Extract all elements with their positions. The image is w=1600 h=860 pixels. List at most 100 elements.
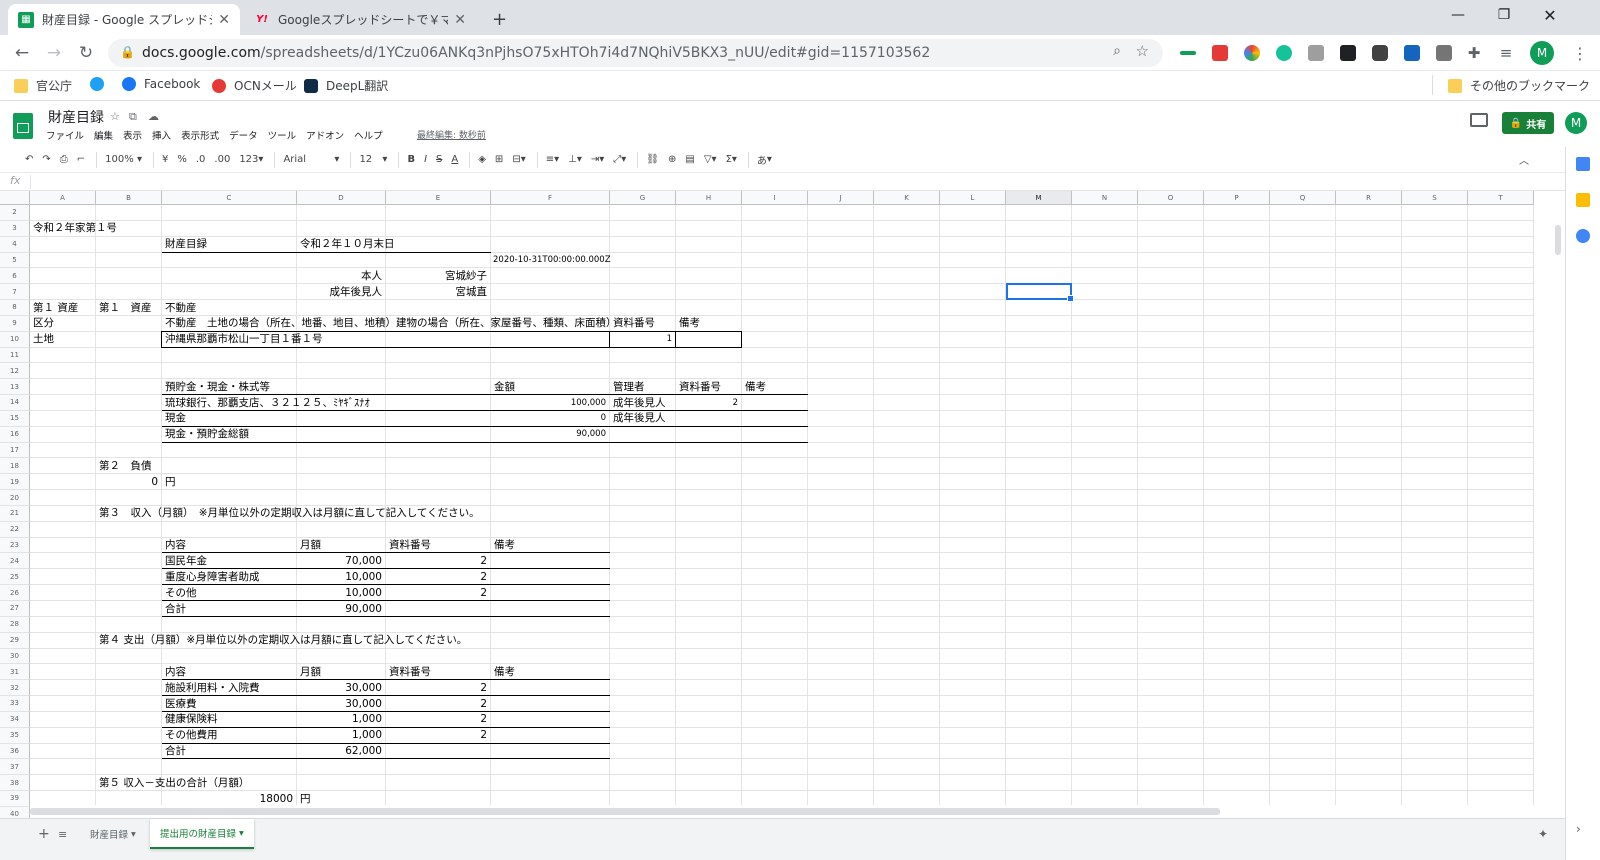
select-all-corner[interactable] (0, 191, 30, 205)
cell-e35[interactable]: 2 (386, 728, 487, 743)
cell-b18[interactable]: 第２ 負債 (99, 459, 152, 474)
row-header-37[interactable]: 37 (0, 759, 30, 776)
cell-a9[interactable]: 区分 (33, 316, 54, 331)
cell-h9[interactable]: 備考 (679, 316, 700, 331)
expand-panel-icon[interactable]: › (1576, 822, 1581, 836)
row-header-14[interactable]: 14 (0, 395, 30, 411)
minimize-icon[interactable]: — (1435, 0, 1481, 30)
functions-button[interactable]: Σ ▾ (723, 149, 740, 171)
spreadsheet-grid[interactable]: ABCDEFGHIJKLMNOPQRST 2 3 4 5 6 7 8 9 10 11 12 13 14 1… (0, 191, 1565, 818)
insert-comment-icon[interactable]: ⊕ (665, 149, 679, 171)
g-extension-icon[interactable] (1436, 45, 1452, 61)
merge-cells-icon[interactable]: ⊟▾ (509, 149, 528, 171)
browser-tab-yahoo[interactable]: Y! Googleスプレッドシートで￥マークを消 ✕ (244, 4, 476, 35)
cell-e26[interactable]: 2 (386, 586, 487, 601)
cell-c24[interactable]: 国民年金 (165, 554, 207, 569)
vertical-scrollbar[interactable] (1552, 205, 1565, 818)
cell-c27[interactable]: 合計 (165, 602, 186, 617)
column-header-q[interactable]: Q (1270, 191, 1336, 205)
cell-c36[interactable]: 合計 (165, 744, 186, 759)
column-header-r[interactable]: R (1336, 191, 1402, 205)
browser-menu-icon[interactable]: ⋮ (1568, 41, 1592, 65)
color-extension-icon[interactable] (1244, 45, 1260, 61)
bookmark-facebook[interactable]: Facebook (122, 77, 200, 91)
row-header-36[interactable]: 36 (0, 743, 30, 760)
cell-c31[interactable]: 内容 (165, 665, 186, 680)
row-header-33[interactable]: 33 (0, 696, 30, 712)
selected-cell[interactable] (1006, 283, 1074, 302)
cell-e32[interactable]: 2 (386, 681, 487, 696)
last-edit-link[interactable]: 最終編集: 数秒前 (417, 128, 486, 141)
cell-c14[interactable]: 琉球銀行、那覇支店、３２１２５、ﾐﾔｷﾞｽﾅｵ (165, 396, 370, 411)
row-header-22[interactable]: 22 (0, 521, 30, 538)
cell-b8[interactable]: 第１ 資産 (99, 301, 152, 316)
close-tab-icon[interactable]: ✕ (218, 12, 230, 28)
cell-d4[interactable]: 令和２年１０月末日 (300, 237, 395, 252)
cell-d27[interactable]: 90,000 (297, 602, 382, 617)
column-header-s[interactable]: S (1402, 191, 1468, 205)
row-header-28[interactable]: 28 (0, 616, 30, 633)
scroll-thumb[interactable] (30, 808, 1220, 815)
input-tools-button[interactable]: あ ▾ (754, 149, 775, 171)
menu-edit[interactable]: 編集 (94, 128, 113, 142)
column-header-m[interactable]: M (1006, 191, 1072, 205)
currency-format-button[interactable]: ¥ (159, 149, 171, 171)
sheet-tab-active[interactable]: 提出用の財産目録 ▾ (150, 819, 254, 849)
column-header-d[interactable]: D (297, 191, 386, 205)
text-color-button[interactable]: A (448, 149, 461, 171)
row-header-18[interactable]: 18 (0, 458, 30, 475)
horizontal-align-icon[interactable]: ≡▾ (543, 149, 562, 171)
insert-chart-icon[interactable]: ▤ (682, 149, 697, 171)
row-header-10[interactable]: 10 (0, 331, 30, 348)
percent-format-button[interactable]: % (174, 149, 190, 171)
cell-d6[interactable]: 本人 (297, 269, 382, 284)
bookmark-twitter[interactable] (90, 77, 112, 91)
cell-d34[interactable]: 1,000 (297, 712, 382, 727)
cell-d7[interactable]: 成年後見人 (297, 285, 383, 300)
cell-c32[interactable]: 施設利用料・入院費 (165, 681, 260, 696)
browser-tab-sheets[interactable]: ▦ 財産目録 - Google スプレッドシート ✕ (8, 4, 240, 35)
horizontal-scrollbar[interactable] (30, 805, 1552, 818)
column-header-h[interactable]: H (676, 191, 742, 205)
cell-d36[interactable]: 62,000 (297, 744, 382, 759)
cell-c25[interactable]: 重度心身障害者助成 (165, 570, 260, 585)
cell-e7[interactable]: 宮城直 (386, 285, 488, 300)
cell-b19[interactable]: 0 (96, 475, 158, 490)
reading-list-icon[interactable]: ≡ (1494, 41, 1518, 65)
vertical-align-icon[interactable]: ⊥▾ (565, 149, 585, 171)
all-sheets-icon[interactable]: ≡ (48, 819, 77, 849)
tasks-icon[interactable] (1576, 229, 1590, 243)
cell-a8[interactable]: 第１ 資産 (33, 301, 78, 316)
zoom-select[interactable]: 100% ▾ (102, 149, 145, 171)
cell-d35[interactable]: 1,000 (297, 728, 382, 743)
cell-c15[interactable]: 現金 (165, 411, 186, 426)
strikethrough-button[interactable]: S (433, 149, 445, 171)
filter-icon[interactable]: ▽▾ (701, 149, 720, 171)
column-header-c[interactable]: C (162, 191, 297, 205)
row-header-5[interactable]: 5 (0, 252, 30, 269)
restore-icon[interactable]: ❐ (1481, 0, 1527, 30)
row-header-8[interactable]: 8 (0, 300, 30, 316)
cell-c10[interactable]: 沖縄県那覇市松山一丁目１番１号 (165, 332, 323, 347)
row-header-15[interactable]: 15 (0, 410, 30, 427)
cell-f16[interactable]: 90,000 (491, 427, 606, 442)
row-header-11[interactable]: 11 (0, 347, 30, 364)
bookmark-folder-government[interactable]: 官公庁 (14, 77, 72, 94)
cell-g15[interactable]: 成年後見人 (613, 411, 666, 426)
row-header-31[interactable]: 31 (0, 664, 30, 681)
row-header-23[interactable]: 23 (0, 537, 30, 554)
pdf-extension-icon[interactable] (1212, 45, 1228, 61)
bookmark-deepl[interactable]: DeepL翻訳 (304, 77, 388, 94)
undo-icon[interactable]: ↶ (22, 149, 36, 171)
row-header-2[interactable]: 2 (0, 205, 30, 221)
cell-d32[interactable]: 30,000 (297, 681, 382, 696)
cell-e33[interactable]: 2 (386, 697, 487, 712)
cell-e34[interactable]: 2 (386, 712, 487, 727)
cell-c26[interactable]: その他 (165, 586, 197, 601)
column-header-e[interactable]: E (386, 191, 491, 205)
column-header-n[interactable]: N (1072, 191, 1138, 205)
cell-c23[interactable]: 内容 (165, 538, 186, 553)
cell-c19[interactable]: 円 (165, 475, 176, 490)
row-header-13[interactable]: 13 (0, 379, 30, 396)
calendar-icon[interactable] (1576, 157, 1590, 171)
